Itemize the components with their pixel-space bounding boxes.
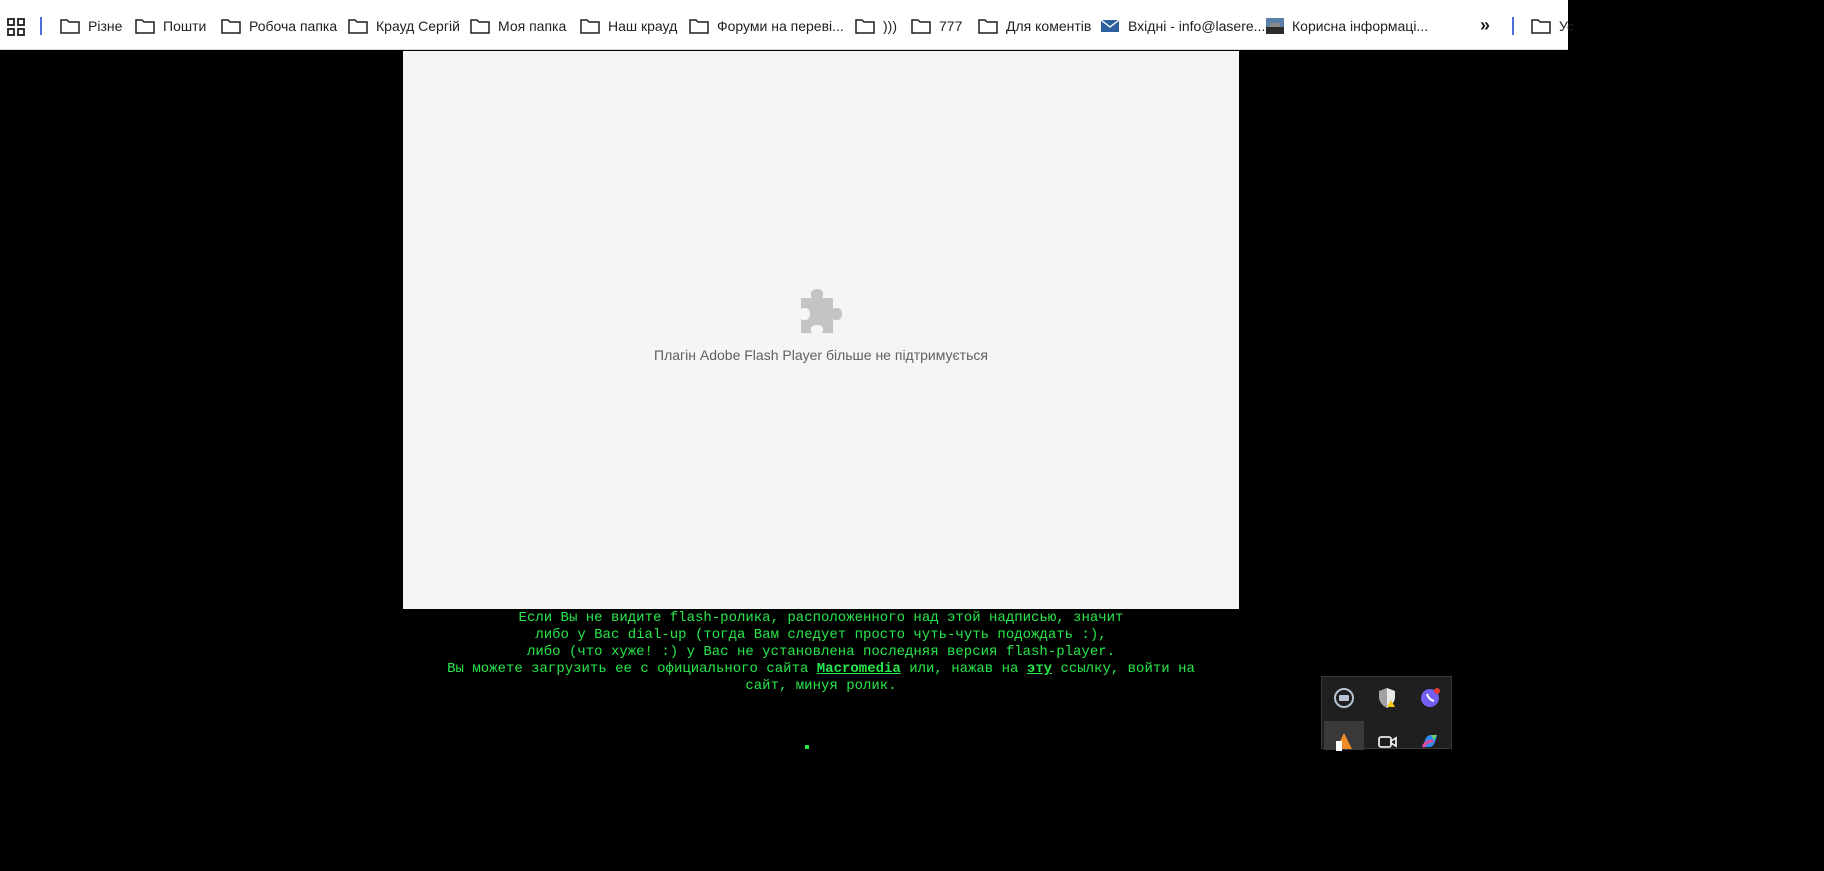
system-tray-overflow <box>1321 676 1452 751</box>
bookmark-folder-777[interactable]: 777 <box>911 13 962 39</box>
folder-icon <box>689 19 709 34</box>
bookmark-label: Форуми на переві... <box>717 18 844 34</box>
bookmark-label: ))) <box>883 18 897 34</box>
notice-text: Вы можете загрузить ее с официального са… <box>447 661 817 677</box>
bookmark-folder-other[interactable]: Ус <box>1531 13 1574 39</box>
bookmark-korysna-info[interactable]: Корисна інформаці... <box>1266 13 1428 39</box>
mail-icon <box>1100 19 1120 32</box>
copilot-icon[interactable] <box>1418 729 1442 753</box>
green-dot <box>805 745 809 749</box>
viber-icon[interactable] <box>1418 686 1442 710</box>
bookmark-folder-poshty[interactable]: Пошти <box>135 13 206 39</box>
notice-line: либо у Вас dial-up (тогда Вам следует пр… <box>535 627 1107 643</box>
folder-icon <box>348 19 368 34</box>
folder-icon <box>1531 19 1551 34</box>
bookmarks-bar: Різне Пошти Робоча папка Крауд Сергій Мо… <box>0 0 1574 50</box>
macromedia-link[interactable]: Macromedia <box>817 661 901 677</box>
folder-icon <box>470 19 490 34</box>
notice-line: сайт, минуя ролик. <box>745 678 897 694</box>
folder-icon <box>855 19 875 34</box>
skip-intro-link[interactable]: эту <box>1027 661 1052 677</box>
bookmark-folder-moia-papka[interactable]: Моя папка <box>470 13 566 39</box>
bookmark-folder-kraud-serhii[interactable]: Крауд Сергій <box>348 13 460 39</box>
notice-line: Если Вы не видите flash-ролика, располож… <box>518 610 1124 626</box>
bookmark-label: Вхідні - info@lasere... <box>1128 18 1266 34</box>
bookmark-label: Моя папка <box>498 18 567 34</box>
folder-icon <box>60 19 80 34</box>
bookmark-folder-forumy[interactable]: Форуми на переві... <box>689 13 844 39</box>
folder-icon <box>221 19 241 34</box>
bookmark-label: 777 <box>939 18 963 34</box>
puzzle-icon <box>801 289 842 333</box>
bookmark-label: Різне <box>88 18 123 34</box>
bookmarks-more-chevron-icon[interactable]: » <box>1480 15 1490 36</box>
bookmark-label: Робоча папка <box>249 18 338 34</box>
apps-grid-icon[interactable] <box>6 17 26 37</box>
bookmark-label: Ус <box>1559 18 1574 34</box>
folder-icon <box>911 19 931 34</box>
bookmark-folder-dlia-komentiv[interactable]: Для коментів <box>978 13 1091 39</box>
bookmark-folder-robocha-papka[interactable]: Робоча папка <box>221 13 337 39</box>
bookmark-label: Для коментів <box>1006 18 1092 34</box>
notice-line: Вы можете загрузить ее с официального са… <box>403 661 1239 678</box>
folder-icon <box>978 19 998 34</box>
flash-notice: Если Вы не видите flash-ролика, располож… <box>403 610 1239 695</box>
bookmark-folder-nash-kraud[interactable]: Наш крауд <box>580 13 677 39</box>
bookmark-label: Пошти <box>163 18 207 34</box>
bookmark-folder-brackets[interactable]: ))) <box>855 13 897 39</box>
folder-icon <box>135 19 155 34</box>
flash-unsupported-message: Плагін Adobe Flash Player більше не підт… <box>654 347 988 363</box>
image-thumbnail-icon <box>1266 18 1284 34</box>
app-orange-icon[interactable] <box>1332 729 1356 753</box>
bookmark-folder-rizne[interactable]: Різне <box>60 13 122 39</box>
vpn-shield-icon[interactable] <box>1332 686 1356 710</box>
notice-text: или, нажав на <box>900 661 1027 677</box>
bookmarks-separator <box>1512 17 1514 35</box>
bookmark-inbox[interactable]: Вхідні - info@lasere... <box>1100 13 1265 39</box>
bookmark-label: Наш крауд <box>608 18 678 34</box>
flash-plugin-placeholder[interactable]: Плагін Adobe Flash Player більше не підт… <box>403 51 1239 609</box>
notice-line: либо (что хуже! :) у Вас не установлена … <box>526 644 1116 660</box>
notice-text: ссылку, войти на <box>1052 661 1195 677</box>
bookmark-label: Крауд Сергій <box>376 18 460 34</box>
camera-icon[interactable] <box>1375 729 1399 753</box>
security-warning-icon[interactable] <box>1375 686 1399 710</box>
bookmarks-separator <box>40 17 42 35</box>
folder-icon <box>580 19 600 34</box>
bookmark-label: Корисна інформаці... <box>1292 18 1429 34</box>
